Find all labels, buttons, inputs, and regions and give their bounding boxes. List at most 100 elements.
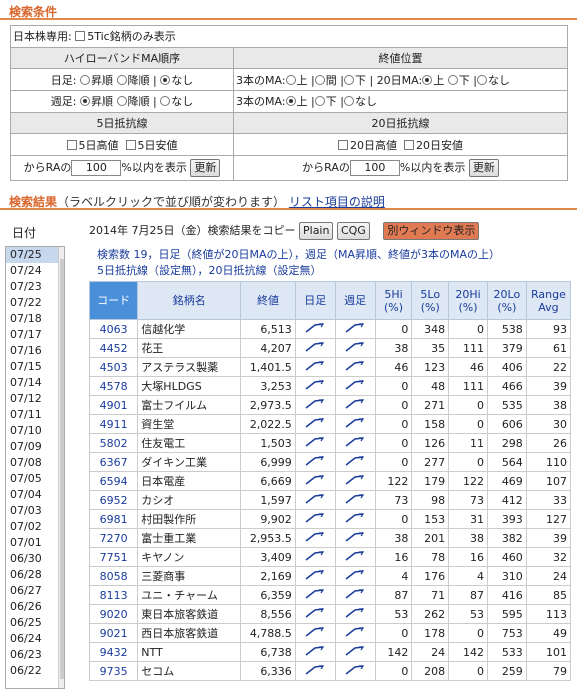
table-row[interactable]: 6594 日本電産 6,669 122 179 122 469 107 — [88, 471, 572, 491]
stock-code[interactable]: 7751 — [88, 547, 139, 567]
date-item[interactable]: 07/05 — [6, 471, 64, 487]
stock-code[interactable]: 4063 — [88, 319, 139, 339]
weekly-none-radio[interactable] — [160, 96, 171, 107]
daily-ma3-down-radio[interactable] — [343, 74, 354, 85]
date-item[interactable]: 06/22 — [6, 663, 64, 679]
table-row[interactable]: 4063 信越化学 6,513 0 348 0 538 93 — [88, 319, 572, 339]
date-item[interactable]: 07/10 — [6, 423, 64, 439]
table-row[interactable]: 6367 ダイキン工業 6,999 0 277 0 564 110 — [88, 452, 572, 472]
date-item[interactable]: 07/03 — [6, 503, 64, 519]
stock-code[interactable]: 6594 — [88, 471, 139, 491]
date-item[interactable]: 06/23 — [6, 647, 64, 663]
daily-ma20-none-radio[interactable] — [476, 74, 487, 85]
column-header[interactable]: 20Lo (%) — [486, 281, 527, 320]
date-item[interactable]: 07/11 — [6, 407, 64, 423]
stock-code[interactable]: 9020 — [88, 604, 139, 624]
stock-code[interactable]: 4578 — [88, 376, 139, 396]
table-row[interactable]: 8058 三菱商事 2,169 4 176 4 310 24 — [88, 566, 572, 586]
table-row[interactable]: 9735 セコム 6,336 0 208 0 259 79 — [88, 661, 572, 681]
date-item[interactable]: 07/01 — [6, 535, 64, 551]
daily-ma20-up-radio[interactable] — [422, 74, 433, 85]
stock-code[interactable]: 7270 — [88, 528, 139, 548]
stock-code[interactable]: 4901 — [88, 395, 139, 415]
stock-code[interactable]: 6952 — [88, 490, 139, 510]
daily-down-radio[interactable] — [116, 74, 127, 85]
stock-code[interactable]: 8113 — [88, 585, 139, 605]
stock-code[interactable]: 8058 — [88, 566, 139, 586]
date-item[interactable]: 06/24 — [6, 631, 64, 647]
date-item[interactable]: 07/08 — [6, 455, 64, 471]
stock-code[interactable]: 4452 — [88, 338, 139, 358]
stock-code[interactable]: 6981 — [88, 509, 139, 529]
cqg-button[interactable]: CQG — [336, 222, 370, 240]
weekly-ma3-down-radio[interactable] — [314, 96, 325, 107]
column-header[interactable]: Range Avg — [525, 281, 572, 320]
daily-ma3-mid-radio[interactable] — [314, 74, 325, 85]
scrollbar-thumb[interactable] — [60, 259, 64, 679]
stock-code[interactable]: 9735 — [88, 661, 139, 681]
r20-update-button[interactable]: 更新 — [468, 159, 499, 178]
date-item[interactable]: 07/14 — [6, 375, 64, 391]
table-row[interactable]: 9021 西日本旅客鉄道 4,788.5 0 178 0 753 49 — [88, 623, 572, 643]
daily-none-radio[interactable] — [160, 74, 171, 85]
daily-ma3-up-radio[interactable] — [285, 74, 296, 85]
column-header[interactable]: 20Hi (%) — [448, 281, 488, 320]
date-item[interactable]: 07/25 — [6, 247, 64, 263]
table-row[interactable]: 4452 花王 4,207 38 35 111 379 61 — [88, 338, 572, 358]
date-item[interactable]: 06/30 — [6, 551, 64, 567]
table-row[interactable]: 9020 東日本旅客鉄道 8,556 53 262 53 595 113 — [88, 604, 572, 624]
weekly-ma3-up-radio[interactable] — [285, 96, 296, 107]
table-row[interactable]: 6952 カシオ 1,597 73 98 73 412 33 — [88, 490, 572, 510]
column-header[interactable]: 5Lo (%) — [411, 281, 450, 320]
date-item[interactable]: 07/17 — [6, 327, 64, 343]
table-row[interactable]: 7751 キヤノン 3,409 16 78 16 460 32 — [88, 547, 572, 567]
date-item[interactable]: 07/04 — [6, 487, 64, 503]
plain-button[interactable]: Plain — [299, 222, 334, 240]
table-row[interactable]: 4901 富士フイルム 2,973.5 0 271 0 535 38 — [88, 395, 572, 415]
stock-code[interactable]: 4503 — [88, 357, 139, 377]
table-row[interactable]: 4503 アステラス製薬 1,401.5 46 123 46 406 22 — [88, 357, 572, 377]
table-row[interactable]: 8113 ユニ・チャーム 6,359 87 71 87 416 85 — [88, 585, 572, 605]
r5-update-button[interactable]: 更新 — [190, 159, 221, 178]
table-row[interactable]: 9432 NTT 6,738 142 24 142 533 101 — [88, 642, 572, 662]
r5-ra-input[interactable]: 100 — [71, 160, 122, 177]
r20-ra-input[interactable]: 100 — [349, 160, 400, 177]
table-row[interactable]: 4911 資生堂 2,022.5 0 158 0 606 30 — [88, 414, 572, 434]
date-item[interactable]: 07/24 — [6, 263, 64, 279]
date-item[interactable]: 07/12 — [6, 391, 64, 407]
table-row[interactable]: 5802 住友電工 1,503 0 126 11 298 26 — [88, 433, 572, 453]
stock-code[interactable]: 4911 — [88, 414, 139, 434]
weekly-down-radio[interactable] — [116, 96, 127, 107]
date-item[interactable]: 07/22 — [6, 295, 64, 311]
date-item[interactable]: 07/18 — [6, 311, 64, 327]
date-list-scrollbar[interactable] — [58, 247, 64, 688]
column-help-link[interactable]: リスト項目の説明 — [289, 195, 385, 209]
column-header[interactable]: コード — [88, 281, 139, 320]
stock-code[interactable]: 5802 — [88, 433, 139, 453]
date-item[interactable]: 07/23 — [6, 279, 64, 295]
column-header[interactable]: 日足 — [294, 281, 336, 320]
date-item[interactable]: 07/15 — [6, 359, 64, 375]
table-row[interactable]: 7270 富士重工業 2,953.5 38 201 38 382 39 — [88, 528, 572, 548]
r20-low-checkbox[interactable] — [404, 139, 414, 150]
date-item[interactable]: 06/25 — [6, 615, 64, 631]
r5-low-checkbox[interactable] — [125, 139, 136, 150]
date-item[interactable]: 06/27 — [6, 583, 64, 599]
column-header[interactable]: 銘柄名 — [137, 281, 242, 320]
date-item[interactable]: 06/26 — [6, 599, 64, 615]
5tic-checkbox[interactable] — [75, 31, 86, 42]
date-item[interactable]: 07/09 — [6, 439, 64, 455]
daily-ma20-down-radio[interactable] — [447, 74, 458, 85]
date-list[interactable]: 07/25 07/24 07/23 07/22 07/18 07/17 07/16 07/15… — [5, 246, 65, 689]
date-item[interactable]: 07/02 — [6, 519, 64, 535]
column-header[interactable]: 終値 — [240, 281, 296, 320]
weekly-up-radio[interactable] — [80, 96, 90, 107]
stock-code[interactable]: 6367 — [88, 452, 139, 472]
column-header[interactable]: 週足 — [334, 281, 376, 320]
table-row[interactable]: 6981 村田製作所 9,902 0 153 31 393 127 — [88, 509, 572, 529]
daily-up-radio[interactable] — [80, 74, 90, 85]
stock-code[interactable]: 9432 — [88, 642, 139, 662]
weekly-ma3-none-radio[interactable] — [343, 96, 354, 107]
column-header[interactable]: 5Hi (%) — [374, 281, 413, 320]
r5-high-checkbox[interactable] — [66, 139, 77, 150]
